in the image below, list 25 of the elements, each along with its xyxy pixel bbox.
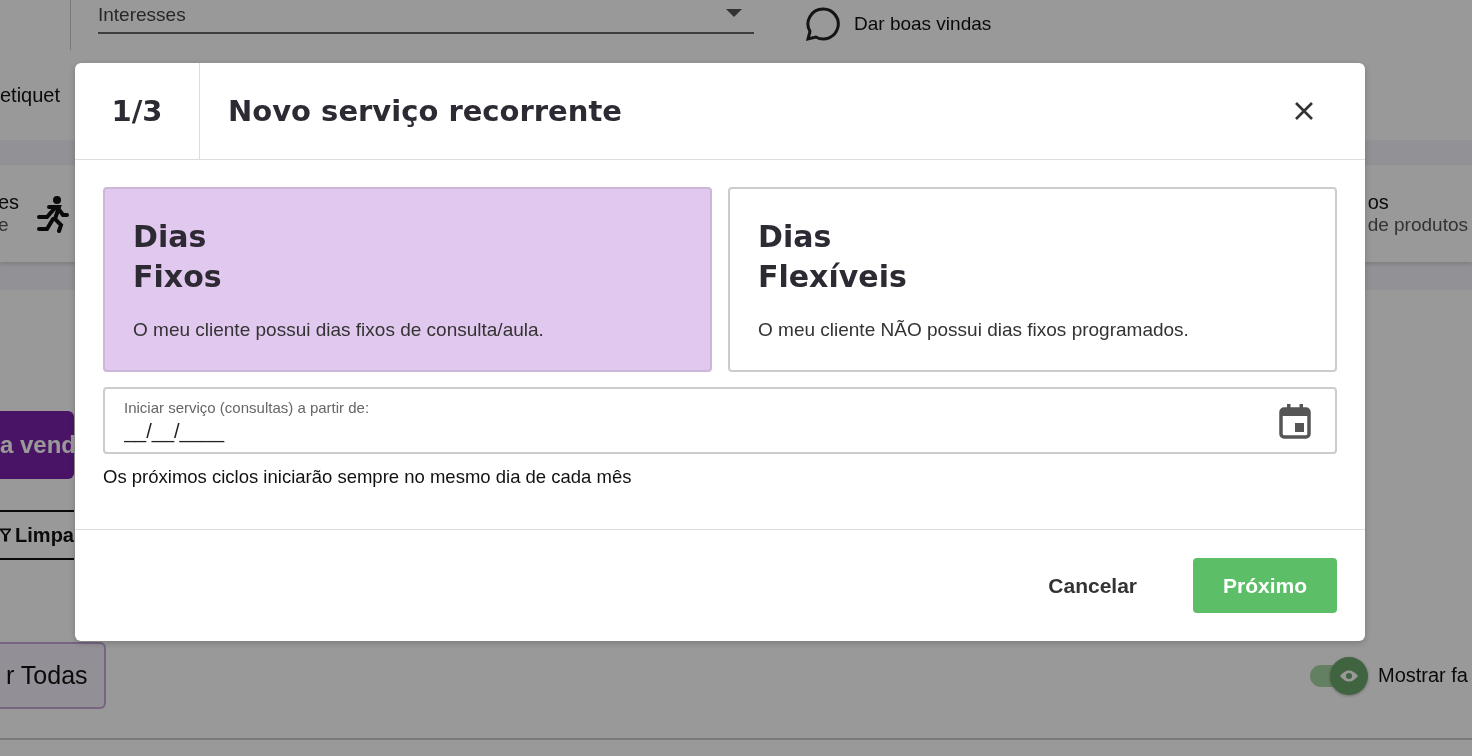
- date-field[interactable]: Iniciar serviço (consultas) a partir de: __/__/____: [103, 387, 1337, 454]
- option-title: Dias Fixos: [133, 218, 223, 296]
- chat-bubble-icon: [804, 5, 842, 43]
- option-card[interactable]: Dias Flexíveis O meu cliente NÃO possui dias fixos programados.: [728, 187, 1337, 372]
- shortcut-subtitle: de produtos: [1367, 214, 1468, 236]
- option-card[interactable]: Dias Fixos O meu cliente possui dias fixos de consulta/aula.: [103, 187, 712, 372]
- option-title: Dias Flexíveis: [758, 218, 908, 296]
- step-counter: 1/3: [75, 63, 200, 159]
- tags-label: etiquet: [0, 83, 61, 107]
- eye-icon: [1338, 668, 1359, 683]
- option-description: O meu cliente NÃO possui dias fixos programados.: [758, 319, 1190, 341]
- interests-select[interactable]: Interesses: [98, 0, 754, 34]
- close-icon[interactable]: [1294, 101, 1314, 121]
- helper-text: Os próximos ciclos iniciarão sempre no mesmo dia de cada mês: [103, 466, 633, 488]
- option-description: O meu cliente possui dias fixos de consulta/aula.: [133, 319, 545, 341]
- calendar-icon[interactable]: [1279, 402, 1311, 439]
- cancel-button[interactable]: Cancelar: [1028, 558, 1157, 613]
- toggle-label: Mostrar fa: [1377, 664, 1468, 687]
- select-all-button[interactable]: r Todas: [0, 642, 106, 709]
- sale-button[interactable]: a vend: [0, 411, 74, 479]
- field-label: Iniciar serviço (consultas) a partir de:: [124, 398, 371, 416]
- welcome-link[interactable]: Dar boas vindas: [854, 13, 992, 35]
- running-person-icon: [35, 194, 70, 233]
- shortcut-title: os: [1367, 191, 1390, 214]
- dialog-title: Novo serviço recorrente: [227, 94, 622, 128]
